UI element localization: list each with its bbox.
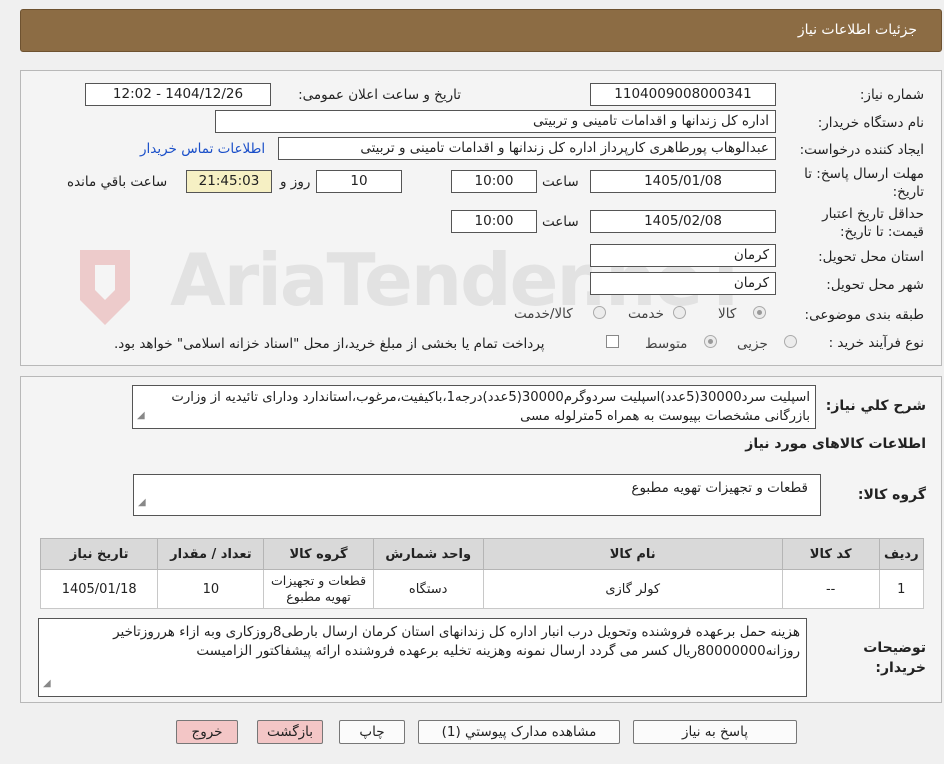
cell-row: 1: [878, 569, 925, 609]
print-button[interactable]: چاپ: [339, 720, 405, 744]
goods-section-title: اطلاعات کالاهای مورد نیاز: [745, 436, 926, 452]
resize-grip-icon: ◢: [137, 410, 145, 421]
table-header-row: ردیف کد کالا نام کالا واحد شمارش گروه کا…: [39, 538, 925, 570]
summary-textarea[interactable]: اسپلیت سرد30000(5عدد)اسپلیت سردوگرم30000…: [132, 385, 816, 429]
col-date-header: تاریخ نیاز: [39, 538, 159, 570]
col-unit-header: واحد شمارش: [372, 538, 484, 570]
attachments-button[interactable]: مشاهده مدارک پیوستي (1): [418, 720, 620, 744]
goods-group-text: قطعات و تجهیزات تهویه مطبوع: [631, 480, 808, 496]
goods-group-label: گروه کالا:: [857, 487, 926, 503]
reply-button[interactable]: پاسخ به نیاز: [633, 720, 797, 744]
days-field[interactable]: 10: [316, 170, 402, 193]
summary-label: شرح کلي نياز:: [825, 398, 926, 414]
category-radio-goods-service[interactable]: [593, 306, 606, 319]
province-field[interactable]: کرمان: [590, 244, 776, 267]
deadline-date-field[interactable]: 1405/01/08: [590, 170, 776, 193]
deadline-time-field[interactable]: 10:00: [451, 170, 537, 193]
city-field[interactable]: کرمان: [590, 272, 776, 295]
process-option-medium: متوسط: [645, 336, 688, 352]
col-qty-header: تعداد / مقدار: [157, 538, 265, 570]
category-option-service: خدمت: [628, 306, 664, 322]
validity-time-label: ساعت: [542, 214, 579, 230]
page-header: جزئیات اطلاعات نیاز: [20, 9, 942, 52]
category-option-goods: کالا: [718, 306, 737, 322]
validity-label: حداقل تاریخ اعتبار قیمت: تا تاریخ:: [822, 206, 924, 240]
cell-date: 1405/01/18: [39, 569, 159, 609]
cell-qty: 10: [157, 569, 265, 609]
exit-button[interactable]: خروج: [176, 720, 238, 744]
deadline-time-label: ساعت: [542, 174, 579, 190]
deadline-label: مهلت ارسال پاسخ: تا تاریخ:: [804, 166, 924, 200]
buyer-contact-link[interactable]: اطلاعات تماس خریدار: [140, 141, 265, 157]
col-group-header: گروه کالا: [263, 538, 374, 570]
treasury-payment-checkbox[interactable]: [606, 335, 619, 348]
goods-group-textarea[interactable]: قطعات و تجهیزات تهویه مطبوع ◢: [133, 474, 821, 516]
table-row[interactable]: 1 -- کولر گازی دستگاه قطعات و تجهیزات ته…: [39, 569, 925, 609]
back-button[interactable]: بازگشت: [257, 720, 323, 744]
need-number-label: شماره نیاز:: [859, 87, 924, 103]
process-label: نوع فرآیند خرید :: [828, 335, 924, 351]
process-radio-minor[interactable]: [784, 335, 797, 348]
buyer-notes-label: توضیحات خریدار:: [863, 640, 926, 676]
validity-time-field[interactable]: 10:00: [451, 210, 537, 233]
creator-label: ایجاد کننده درخواست:: [799, 142, 924, 158]
col-code-header: کد کالا: [781, 538, 880, 570]
province-label: استان محل تحویل:: [818, 249, 924, 265]
remaining-time-label: ساعت باقي مانده: [67, 174, 168, 190]
cell-code: --: [781, 569, 880, 609]
city-label: شهر محل تحویل:: [826, 277, 924, 293]
page-title: جزئیات اطلاعات نیاز: [797, 22, 917, 38]
category-label: طبقه بندی موضوعی:: [804, 307, 924, 323]
category-radio-goods[interactable]: [753, 306, 766, 319]
category-option-goods-service: کالا/خدمت: [514, 306, 573, 322]
col-row-header: ردیف: [878, 538, 925, 570]
process-radio-medium[interactable]: [704, 335, 717, 348]
need-number-field[interactable]: 1104009008000341: [590, 83, 776, 106]
cell-unit: دستگاه: [372, 569, 484, 609]
cell-group: قطعات و تجهیزات تهویه مطبوع: [263, 569, 374, 609]
remaining-time-field: 21:45:03: [186, 170, 272, 193]
resize-grip-icon: ◢: [138, 497, 146, 508]
announce-label: تاریخ و ساعت اعلان عمومی:: [298, 87, 461, 103]
announce-field[interactable]: 1404/12/26 - 12:02: [85, 83, 271, 106]
category-radio-service[interactable]: [673, 306, 686, 319]
buyer-org-label: نام دستگاه خریدار:: [817, 115, 924, 131]
summary-text: اسپلیت سرد30000(5عدد)اسپلیت سردوگرم30000…: [171, 390, 810, 424]
goods-table: ردیف کد کالا نام کالا واحد شمارش گروه کا…: [39, 538, 925, 609]
process-option-minor: جزیی: [737, 336, 768, 352]
buyer-notes-textarea[interactable]: هزینه حمل برعهده فروشنده وتحویل درب انبا…: [38, 618, 807, 697]
col-name-header: نام کالا: [482, 538, 783, 570]
watermark: AriaTender.neT: [20, 230, 750, 350]
payment-note: پرداخت تمام یا بخشی از مبلغ خرید،از محل …: [114, 336, 545, 352]
buyer-org-field[interactable]: اداره کل زندانها و اقدامات تامینی و تربی…: [215, 110, 776, 133]
resize-grip-icon: ◢: [43, 678, 51, 689]
validity-date-field[interactable]: 1405/02/08: [590, 210, 776, 233]
cell-name: کولر گازی: [482, 569, 783, 609]
days-label: روز و: [280, 174, 311, 190]
buyer-notes-text: هزینه حمل برعهده فروشنده وتحویل درب انبا…: [113, 624, 800, 659]
creator-field[interactable]: عبدالوهاب پورطاهری کارپرداز اداره کل زند…: [278, 137, 776, 160]
